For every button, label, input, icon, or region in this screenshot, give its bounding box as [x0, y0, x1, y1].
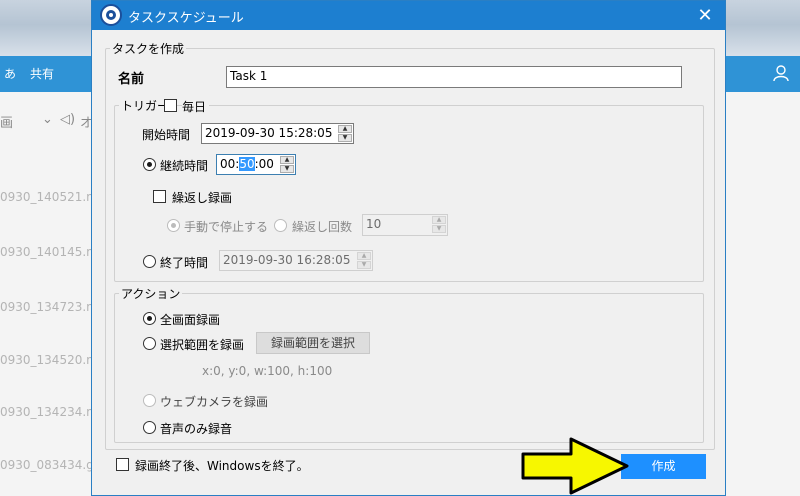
yellow-arrow-annotation: [521, 437, 629, 495]
spin-down-icon[interactable]: ▼: [357, 261, 371, 269]
start-time-label: 開始時間: [142, 128, 191, 142]
duration-seconds: :00: [254, 157, 274, 171]
daily-checkbox[interactable]: [164, 99, 177, 112]
end-time-value: 2019-09-30 16:28:05: [223, 253, 351, 267]
select-region-label: 選択範囲を録画: [160, 338, 245, 352]
chevron-down-icon[interactable]: ⌄: [42, 112, 53, 127]
background-file-item[interactable]: 0930_134520.mp: [0, 353, 105, 367]
duration-radio[interactable]: [143, 158, 156, 171]
spin-up-icon[interactable]: ▲: [280, 156, 294, 164]
select-region-radio[interactable]: [143, 337, 156, 350]
audio-only-label: 音声のみ録音: [160, 422, 233, 436]
name-label: 名前: [118, 72, 145, 87]
shutdown-label: 録画終了後、Windowsを終了。: [135, 459, 309, 473]
start-time-spinner[interactable]: ▲ ▼: [338, 125, 352, 142]
task-name-value: Task 1: [230, 69, 268, 83]
webcam-label: ウェブカメラを録画: [160, 395, 269, 409]
background-file-item[interactable]: 0930_083434.gif: [0, 458, 101, 472]
daily-label: 毎日: [182, 98, 210, 115]
select-region-button[interactable]: 録画範囲を選択: [256, 332, 370, 354]
repeat-label: 繰返し録画: [172, 191, 233, 205]
end-time-spinner[interactable]: ▲ ▼: [357, 252, 371, 269]
spin-down-icon[interactable]: ▼: [338, 134, 352, 142]
repeat-count-radio[interactable]: [274, 219, 287, 232]
background-file-item[interactable]: 0930_140145.mp: [0, 245, 105, 259]
webcam-radio[interactable]: [143, 394, 156, 407]
repeat-checkbox[interactable]: [153, 190, 166, 203]
spin-down-icon[interactable]: ▼: [280, 165, 294, 173]
region-info-text: x:0, y:0, w:100, h:100: [202, 364, 333, 378]
create-button[interactable]: 作成: [621, 454, 706, 479]
shutdown-checkbox[interactable]: [116, 458, 129, 471]
duration-spinner[interactable]: ▲ ▼: [280, 156, 294, 173]
user-icon[interactable]: [772, 64, 790, 82]
duration-minutes-selected: 50: [239, 157, 255, 171]
end-time-label: 終了時間: [160, 256, 209, 270]
create-task-legend: タスクを作成: [110, 40, 187, 57]
dialog-titlebar[interactable]: タスクスケジュール ✕: [92, 1, 725, 30]
background-toolbar-label: 画: [0, 116, 14, 131]
background-file-item[interactable]: 0930_140521.mp: [0, 190, 105, 204]
fullscreen-label: 全画面録画: [160, 313, 221, 327]
dialog-title: タスクスケジュール: [128, 11, 244, 26]
manual-stop-label: 手動で停止する: [184, 220, 269, 234]
close-icon: ✕: [697, 5, 713, 26]
manual-stop-radio[interactable]: [167, 219, 180, 232]
app-logo-icon: [100, 4, 122, 26]
fullscreen-radio[interactable]: [143, 312, 156, 325]
repeat-count-spinner[interactable]: ▲ ▼: [432, 216, 446, 233]
spin-up-icon[interactable]: ▲: [338, 125, 352, 133]
background-share-menu[interactable]: 共有: [30, 65, 54, 82]
task-name-input[interactable]: Task 1: [226, 66, 682, 88]
audio-only-radio[interactable]: [143, 421, 156, 434]
duration-input[interactable]: 00:50:00 ▲ ▼: [216, 154, 296, 175]
start-time-input[interactable]: 2019-09-30 15:28:05 ▲ ▼: [201, 123, 354, 144]
speaker-icon[interactable]: ◁): [60, 112, 75, 127]
trigger-legend-text: トリガー: [121, 99, 170, 113]
start-time-value: 2019-09-30 15:28:05: [205, 126, 333, 140]
background-file-item[interactable]: 0930_134234.mp: [0, 405, 105, 419]
duration-label: 継続時間: [160, 159, 209, 173]
spin-down-icon[interactable]: ▼: [432, 225, 446, 233]
end-time-input[interactable]: 2019-09-30 16:28:05 ▲ ▼: [219, 250, 373, 271]
spin-up-icon[interactable]: ▲: [357, 252, 371, 260]
spin-up-icon[interactable]: ▲: [432, 216, 446, 224]
close-button[interactable]: ✕: [685, 1, 725, 30]
repeat-count-value: 10: [366, 217, 382, 231]
repeat-count-label: 繰返し回数: [292, 220, 353, 234]
background-file-item[interactable]: 0930_134723.mp: [0, 300, 105, 314]
action-legend: アクション: [119, 285, 183, 302]
task-schedule-dialog: タスクスケジュール ✕ タスクを作成 名前 Task 1 トリガー 毎日 開始時…: [91, 0, 726, 496]
background-menu-dash: あ: [4, 67, 17, 81]
end-time-radio[interactable]: [143, 255, 156, 268]
repeat-count-input[interactable]: 10 ▲ ▼: [362, 214, 448, 236]
duration-hours: 00:: [220, 157, 240, 171]
